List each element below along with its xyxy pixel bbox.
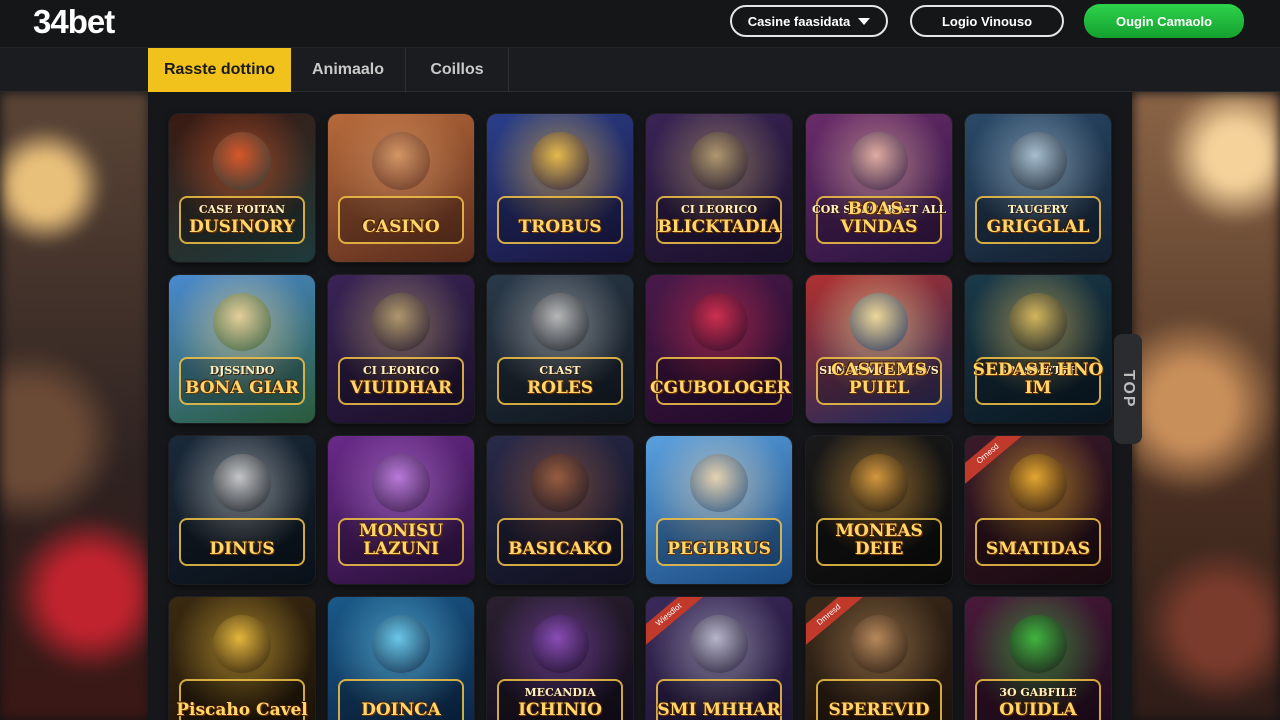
game-title: CASINO (362, 217, 440, 237)
game-title: PEGIBRUS (667, 539, 771, 559)
game-tile[interactable]: SENSE MOASHAVS CASTEMS PUIEL (806, 275, 952, 423)
game-character-image (850, 293, 908, 351)
game-character-image (213, 454, 271, 512)
game-title: ICHINIO (518, 700, 602, 720)
game-subtitle: CLAST (539, 364, 581, 377)
game-title: MONEAS DEIE (835, 521, 923, 559)
register-button[interactable]: Ougin Camaolo (1084, 4, 1244, 38)
login-button[interactable]: Logio Vinouso (910, 5, 1064, 37)
game-character-image (213, 293, 271, 351)
game-tile[interactable]: TAUGERY GRIGGLAL (965, 114, 1111, 262)
game-character-image (690, 132, 748, 190)
game-subtitle: CASE FOITAN (198, 203, 286, 216)
chevron-down-icon (858, 17, 871, 25)
game-tile[interactable]: PEGIBRUS (646, 436, 792, 584)
game-character-image (372, 293, 430, 351)
game-tile[interactable]: BASICAKO (487, 436, 633, 584)
game-tile[interactable]: CI LEORICO BLICKTADIA (646, 114, 792, 262)
game-tile[interactable]: DJSSINDO BONA GIAR (169, 275, 315, 423)
game-tile[interactable]: TROBUS (487, 114, 633, 262)
header: 34bet Casine faasidata Logio Vinouso Oug… (0, 0, 1280, 48)
game-character-image (1009, 293, 1067, 351)
background-left (0, 92, 150, 720)
game-character-image (213, 132, 271, 190)
game-title: BOAS-VINDAS (840, 199, 918, 237)
game-character-image (531, 454, 589, 512)
game-tile[interactable]: MECANDIA ICHINIO (487, 597, 633, 720)
game-title: BLICKTADIA (657, 217, 781, 237)
game-title: TROBUS (518, 217, 602, 237)
game-character-image (1009, 454, 1067, 512)
game-title: VIUIDHAR (349, 378, 453, 398)
game-character-image (1009, 615, 1067, 673)
game-subtitle: CI LEORICO (680, 203, 758, 216)
tab-rasste-dottino[interactable]: Rasste dottino (148, 48, 291, 92)
game-subtitle: 3O GABFILE (999, 686, 1077, 699)
game-subtitle: CI LEORICO (362, 364, 440, 377)
game-tile[interactable]: DOINCA (328, 597, 474, 720)
game-title: BONA GIAR (185, 378, 299, 398)
game-subtitle: TAUGERY (1007, 203, 1069, 216)
game-character-image (690, 454, 748, 512)
game-tile[interactable]: COR SURCARAIT ALL BOAS-VINDAS (806, 114, 952, 262)
game-character-image (850, 615, 908, 673)
game-title: DINUS (209, 539, 275, 559)
game-tile[interactable]: CLAST ROLES (487, 275, 633, 423)
game-subtitle: MECANDIA (524, 686, 596, 699)
site-logo[interactable]: 34bet (33, 3, 115, 41)
game-tile[interactable]: CGUBOLOGER (646, 275, 792, 423)
game-title: SMATIDAS (985, 539, 1091, 559)
game-tile[interactable]: SMI MHHAR Wiesdlot (646, 597, 792, 720)
tab-coillos[interactable]: Coillos (406, 48, 509, 92)
game-title: GRIGGLAL (986, 217, 1090, 237)
game-title: CGUBOLOGER (650, 378, 791, 398)
game-tile[interactable]: SPEREVID Dmresd (806, 597, 952, 720)
game-character-image (531, 132, 589, 190)
game-tile[interactable]: CASE FOITAN DUSINORY (169, 114, 315, 262)
game-title: SEDASE HNO IM (972, 360, 1104, 398)
game-tile[interactable]: SMATIDAS Ornesd (965, 436, 1111, 584)
game-character-image (690, 615, 748, 673)
casino-select-dropdown[interactable]: Casine faasidata (730, 5, 888, 37)
game-character-image (690, 293, 748, 351)
games-panel: CASE FOITAN DUSINORY CASINO TROBUS CI LEORIC… (148, 92, 1132, 720)
tab-animaalo[interactable]: Animaalo (291, 48, 406, 92)
game-character-image (850, 132, 908, 190)
game-title: DUSINORY (189, 217, 295, 237)
game-character-image (372, 615, 430, 673)
game-title: MONISU LAZUNI (358, 521, 444, 559)
game-tile[interactable]: DINUS (169, 436, 315, 584)
game-tile[interactable]: MONEAS DEIE (806, 436, 952, 584)
game-character-image (372, 132, 430, 190)
game-title: Piscaho Cavel (176, 700, 308, 720)
category-tabs: Rasste dottino Animaalo Coillos (0, 48, 1280, 92)
game-title: OUIDLA (999, 700, 1077, 720)
game-character-image (372, 454, 430, 512)
game-tile[interactable]: 3O GABFILE OUIDLA (965, 597, 1111, 720)
game-tile[interactable]: MONISU LAZUNI (328, 436, 474, 584)
game-title: SMI MHHAR (657, 700, 781, 720)
game-title: CASTEMS PUIEL (831, 360, 927, 398)
game-character-image (1009, 132, 1067, 190)
casino-select-label: Casine faasidata (747, 13, 851, 29)
game-character-image (531, 615, 589, 673)
game-character-image (531, 293, 589, 351)
background-right (1132, 92, 1280, 720)
game-subtitle: DJSSINDO (209, 364, 275, 377)
game-tile[interactable]: SRASMETTE SEDASE HNO IM (965, 275, 1111, 423)
game-title: DOINCA (361, 700, 441, 720)
game-character-image (213, 615, 271, 673)
scroll-to-top-tab[interactable]: TOP (1114, 334, 1142, 444)
game-tile[interactable]: Piscaho Cavel (169, 597, 315, 720)
side-tab-label: TOP (1120, 369, 1137, 409)
game-title: ROLES (526, 378, 594, 398)
game-title: SPEREVID (828, 700, 930, 720)
game-tile[interactable]: CASINO (328, 114, 474, 262)
game-character-image (850, 454, 908, 512)
game-tile[interactable]: CI LEORICO VIUIDHAR (328, 275, 474, 423)
game-title: BASICAKO (508, 539, 612, 559)
